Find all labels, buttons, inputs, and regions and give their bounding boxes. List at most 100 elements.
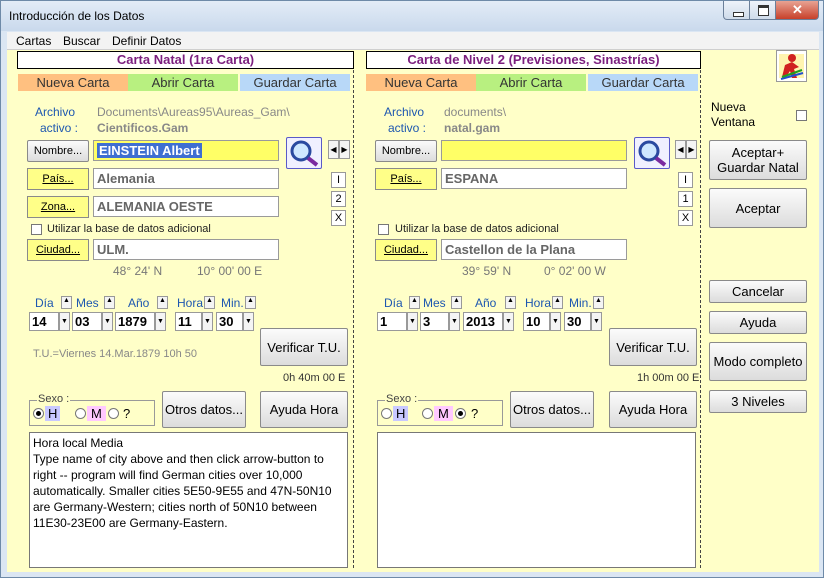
level2-ano-dropdown[interactable]: ▼ [503,312,514,331]
level2-min-up[interactable]: ▲ [593,296,604,309]
natal-hora-dropdown[interactable]: ▼ [202,312,213,331]
natal-search-button[interactable] [286,137,322,169]
level2-hora-up[interactable]: ▲ [552,296,563,309]
natal-pais-field[interactable]: Alemania [93,168,279,189]
natal-hora-field[interactable]: 11 [175,312,202,331]
aceptar-button[interactable]: Aceptar [709,188,807,228]
level2-ciudad-field[interactable]: Castellon de la Plana [441,239,627,260]
level2-side-button-x[interactable]: X [678,210,693,226]
minimize-button[interactable] [723,1,750,20]
modo-completo-button[interactable]: Modo completo [709,342,807,381]
level2-dia-dropdown[interactable]: ▼ [407,312,418,331]
level2-notes-textarea[interactable] [377,432,696,568]
natal-ayuda-hora-button[interactable]: Ayuda Hora [260,391,348,428]
natal-otros-datos-button[interactable]: Otros datos... [162,391,246,428]
tab-level2-abrir[interactable]: Abrir Carta [476,74,586,91]
natal-zona-button[interactable]: Zona... [27,196,89,218]
natal-sex-radio-unknown[interactable] [108,408,119,419]
natal-ciudad-field[interactable]: ULM. [93,239,279,260]
level2-dia-up[interactable]: ▲ [409,296,420,309]
natal-ano-dropdown[interactable]: ▼ [155,312,166,331]
level2-hora-dropdown[interactable]: ▼ [550,312,561,331]
natal-ano-up[interactable]: ▲ [157,296,168,309]
natal-db-label: Utilizar la base de datos adicional [47,223,211,235]
natal-arrow-right-button[interactable]: ▶ [339,140,350,159]
natal-side-button-2[interactable]: 2 [331,191,346,207]
natal-sex-label-h: H [45,406,61,421]
level2-search-button[interactable] [634,137,670,169]
natal-verificar-button[interactable]: Verificar T.U. [260,328,348,366]
natal-dia-up[interactable]: ▲ [61,296,72,309]
level2-arrow-right-button[interactable]: ▶ [686,140,697,159]
level2-pais-button[interactable]: País... [375,168,437,190]
natal-pais-button[interactable]: País... [27,168,89,190]
level2-mes-field[interactable]: 3 [420,312,449,331]
natal-ciudad-button[interactable]: Ciudad... [27,239,89,261]
level2-sex-radio-h[interactable] [381,408,392,419]
natal-min-dropdown[interactable]: ▼ [243,312,254,331]
tab-natal-abrir[interactable]: Abrir Carta [128,74,238,91]
natal-db-checkbox[interactable] [31,224,42,235]
natal-mes-dropdown[interactable]: ▼ [102,312,113,331]
level2-latitude: 39° 59' N [462,264,512,278]
natal-mes-field[interactable]: 03 [72,312,102,331]
natal-nombre-button[interactable]: Nombre... [27,140,89,162]
tab-natal-guardar[interactable]: Guardar Carta [240,74,350,91]
natal-dia-dropdown[interactable]: ▼ [59,312,70,331]
level2-mes-dropdown[interactable]: ▼ [449,312,460,331]
natal-hora-up[interactable]: ▲ [204,296,215,309]
natal-sex-radio-m[interactable] [75,408,86,419]
magnifier-icon [638,140,667,167]
level2-dia-field[interactable]: 1 [377,312,407,331]
level2-sex-radio-m[interactable] [422,408,433,419]
level2-sex-radio-unknown[interactable] [455,408,466,419]
level2-verificar-button[interactable]: Verificar T.U. [609,328,697,366]
natal-nombre-field[interactable]: EINSTEIN Albert [93,140,279,161]
level2-mes-up[interactable]: ▲ [451,296,462,309]
natal-min-field[interactable]: 30 [216,312,243,331]
ayuda-button[interactable]: Ayuda [709,311,807,334]
level2-min-dropdown[interactable]: ▼ [591,312,602,331]
level2-min-field[interactable]: 30 [564,312,591,331]
cancelar-button[interactable]: Cancelar [709,280,807,303]
tab-natal-nueva[interactable]: Nueva Carta [18,74,128,91]
natal-sex-radio-h[interactable] [33,408,44,419]
level2-db-checkbox[interactable] [378,224,389,235]
menu-definir-datos[interactable]: Definir Datos [112,34,181,48]
natal-ano-field[interactable]: 1879 [115,312,155,331]
level2-ano-up[interactable]: ▲ [505,296,516,309]
menu-cartas[interactable]: Cartas [16,34,51,48]
tab-level2-guardar[interactable]: Guardar Carta [588,74,698,91]
natal-notes-textarea[interactable]: Hora local Media Type name of city above… [29,432,348,568]
tres-niveles-button[interactable]: 3 Niveles [709,390,807,413]
natal-zona-field[interactable]: ALEMANIA OESTE [93,196,279,217]
natal-side-button-1[interactable]: I [331,172,346,188]
tab-level2-nueva[interactable]: Nueva Carta [366,74,476,91]
natal-dia-field[interactable]: 14 [29,312,59,331]
level2-arrow-left-button[interactable]: ◀ [675,140,686,159]
level2-ayuda-hora-button[interactable]: Ayuda Hora [609,391,697,428]
level2-pais-field[interactable]: ESPANA [441,168,627,189]
level2-otros-datos-button[interactable]: Otros datos... [510,391,594,428]
window-title: Introducción de los Datos [9,9,145,23]
natal-arrow-left-button[interactable]: ◀ [328,140,339,159]
level2-ano-field[interactable]: 2013 [463,312,503,331]
level2-nombre-button[interactable]: Nombre... [375,140,437,162]
natal-sex-label-unknown: ? [123,406,131,421]
natal-side-button-x[interactable]: X [331,210,346,226]
client-area: Carta Natal (1ra Carta) Nueva Carta Abri… [7,50,819,572]
natal-nombre-value: EINSTEIN Albert [97,143,202,158]
natal-min-up[interactable]: ▲ [245,296,256,309]
level2-mes-label: Mes [423,296,446,310]
level2-hora-field[interactable]: 10 [523,312,550,331]
level2-nombre-field[interactable] [441,140,627,161]
natal-mes-up[interactable]: ▲ [104,296,115,309]
menu-buscar[interactable]: Buscar [63,34,100,48]
nueva-ventana-checkbox[interactable] [796,110,807,121]
close-button[interactable]: ✕ [775,1,819,20]
aceptar-guardar-natal-button[interactable]: Aceptar+ Guardar Natal [709,140,807,180]
level2-side-button-2[interactable]: 1 [678,191,693,207]
maximize-button[interactable] [749,1,776,20]
level2-side-button-1[interactable]: I [678,172,693,188]
level2-ciudad-button[interactable]: Ciudad... [375,239,437,261]
